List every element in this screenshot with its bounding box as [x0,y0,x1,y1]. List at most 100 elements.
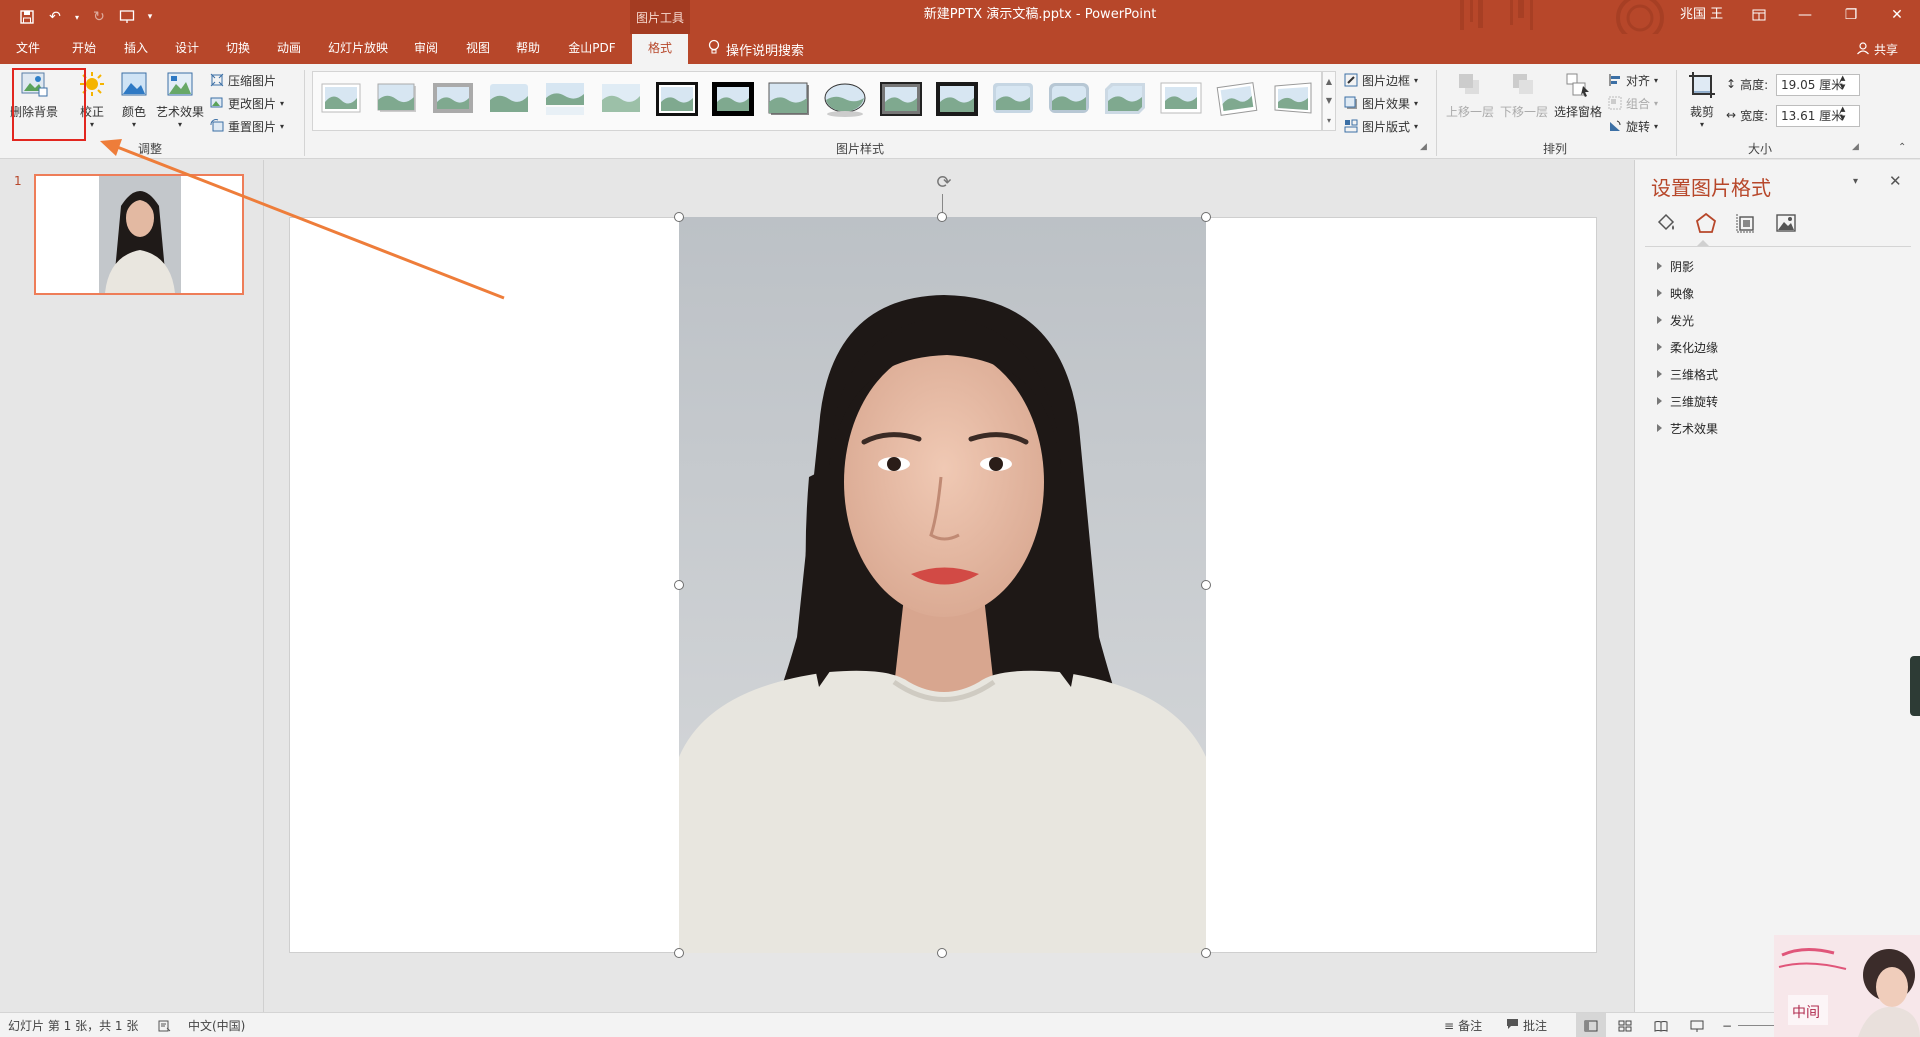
rotate-handle-icon[interactable]: ⟳ [933,172,955,194]
section-3d-format[interactable]: 三维格式 [1657,364,1718,384]
section-shadow[interactable]: 阴影 [1657,256,1694,276]
style-rounded-diagonal[interactable] [1047,80,1091,118]
slide-thumbnail-1[interactable] [34,174,244,295]
collapse-ribbon-icon[interactable]: ⌃ [1898,140,1906,154]
resize-handle-bottom-right[interactable] [1201,948,1211,958]
tab-design[interactable]: 设计 [167,34,207,64]
width-spinner[interactable]: ▲ ▼ [1840,105,1845,125]
tab-slideshow[interactable]: 幻灯片放映 [320,34,396,64]
tab-file[interactable]: 文件 [8,34,48,64]
tab-transitions[interactable]: 切换 [218,34,258,64]
style-white-border[interactable] [1159,80,1203,118]
share-button[interactable]: 共享 [1856,34,1898,64]
resize-handle-bottom-left[interactable] [674,948,684,958]
format-dialog-launcher-icon[interactable]: ◢ [1420,140,1427,154]
tab-format[interactable]: 格式 [632,34,688,64]
send-backward-button[interactable]: 下移一层 [1498,70,1550,120]
width-input[interactable]: 13.61 厘米 [1776,105,1860,127]
tell-me-search[interactable]: 操作说明搜索 [708,34,804,64]
undo-icon[interactable]: ↶ [44,6,66,28]
height-input[interactable]: 19.05 厘米 [1776,74,1860,96]
ribbon-display-options-icon[interactable] [1736,0,1782,30]
picture-styles-gallery[interactable] [312,71,1322,131]
section-glow[interactable]: 发光 [1657,310,1694,330]
picture-effects-button[interactable]: 图片效果 ▾ [1344,93,1418,113]
picture-settings-icon[interactable] [1773,210,1799,236]
selection-pane-button[interactable]: 选择窗格 [1552,70,1604,120]
section-3d-rotation[interactable]: 三维旋转 [1657,391,1718,411]
style-black-matte[interactable] [935,80,979,118]
minimize-icon[interactable]: — [1782,0,1828,30]
style-soft-edge[interactable] [599,80,643,118]
zoom-out-icon[interactable]: − [1722,1013,1732,1037]
notes-button[interactable]: ≡ 备注 [1444,1013,1482,1037]
bring-forward-button[interactable]: 上移一层 [1444,70,1496,120]
resize-handle-top[interactable] [937,212,947,222]
picture-border-button[interactable]: 图片边框 ▾ [1344,70,1418,90]
style-thick-black[interactable] [711,80,755,118]
style-rotated-white[interactable] [1215,80,1259,118]
effects-pentagon-icon[interactable] [1693,210,1719,236]
align-button[interactable]: 对齐 ▾ [1608,70,1658,90]
reset-picture-button[interactable]: 重置图片 ▾ [210,116,284,136]
slideshow-view-icon[interactable] [1684,1013,1710,1037]
scroll-down-icon[interactable]: ▼ [1326,96,1332,105]
tab-home[interactable]: 开始 [64,34,104,64]
style-perspective[interactable] [1271,80,1315,118]
style-oval[interactable] [823,80,867,118]
account-user-name[interactable]: 兆国 王 [1680,0,1723,30]
zoom-slider[interactable] [1738,1013,1778,1037]
tab-animations[interactable]: 动画 [269,34,309,64]
fill-line-icon[interactable] [1653,210,1679,236]
side-scroll-grip[interactable] [1910,656,1920,716]
tab-view[interactable]: 视图 [458,34,498,64]
resize-handle-top-left[interactable] [674,212,684,222]
scroll-up-icon[interactable]: ▲ [1326,77,1332,86]
resize-handle-bottom[interactable] [937,948,947,958]
customize-qat-icon[interactable]: ▾ [144,6,156,28]
height-spinner[interactable]: ▲ ▼ [1840,74,1845,94]
section-reflection[interactable]: 映像 [1657,283,1694,303]
resize-handle-top-right[interactable] [1201,212,1211,222]
change-picture-button[interactable]: 更改图片 ▾ [210,93,284,113]
group-button[interactable]: 组合 ▾ [1608,93,1658,113]
reading-view-icon[interactable] [1648,1013,1674,1037]
size-properties-icon[interactable] [1733,210,1759,236]
normal-view-icon[interactable] [1576,1013,1606,1037]
style-reflected[interactable] [543,80,587,118]
tab-wps-pdf[interactable]: 金山PDF [560,34,624,64]
rotate-button[interactable]: 旋转 ▾ [1608,116,1658,136]
gallery-scroll[interactable]: ▲ ▼ ▾ [1322,71,1336,131]
close-pane-icon[interactable]: ✕ [1889,172,1902,190]
save-icon[interactable] [16,6,38,28]
gallery-more-icon[interactable]: ▾ [1327,116,1331,125]
style-grey-frame[interactable] [431,80,475,118]
style-bevel[interactable] [991,80,1035,118]
section-artistic-effects[interactable]: 艺术效果 [1657,418,1718,438]
style-rounded[interactable] [487,80,531,118]
style-shadow-rect[interactable] [767,80,811,118]
style-simple-frame[interactable] [319,80,363,118]
selected-portrait-photo[interactable] [679,217,1206,953]
size-dialog-launcher-icon[interactable]: ◢ [1852,140,1859,154]
comments-button[interactable]: 批注 [1506,1013,1547,1037]
crop-button[interactable]: 裁剪 ▾ [1684,70,1720,129]
close-window-icon[interactable]: ✕ [1874,0,1920,30]
tab-insert[interactable]: 插入 [116,34,156,64]
style-black-double[interactable] [655,80,699,118]
tab-review[interactable]: 审阅 [406,34,446,64]
color-button[interactable]: 颜色 ▾ [114,70,154,129]
compress-pictures-button[interactable]: 压缩图片 [210,70,276,90]
present-from-start-icon[interactable] [116,6,138,28]
section-soft-edges[interactable]: 柔化边缘 [1657,337,1718,357]
accessibility-icon[interactable] [158,1013,172,1037]
tab-help[interactable]: 帮助 [508,34,548,64]
language-indicator[interactable]: 中文(中国) [188,1013,245,1037]
artistic-effects-button[interactable]: 艺术效果 ▾ [154,70,206,129]
undo-dropdown-icon[interactable]: ▾ [72,6,82,28]
slide-sorter-icon[interactable] [1612,1013,1638,1037]
resize-handle-left[interactable] [674,580,684,590]
style-soft-shadow[interactable] [375,80,419,118]
style-snip-corner[interactable] [1103,80,1147,118]
pane-options-dropdown-icon[interactable]: ▾ [1853,176,1858,187]
